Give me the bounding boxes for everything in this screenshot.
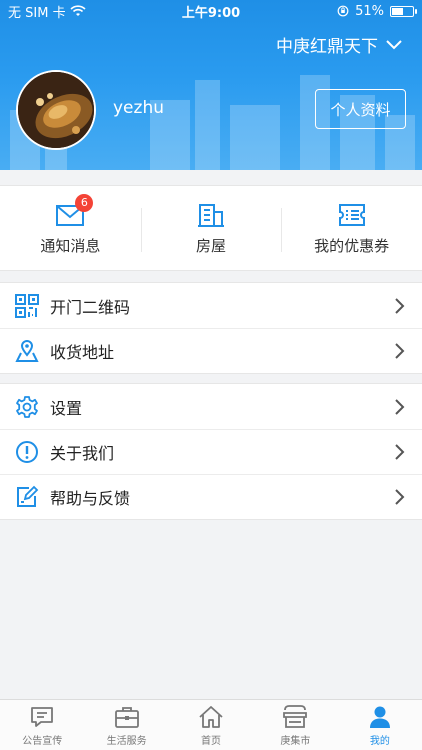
profile-button[interactable]: 个人资料 xyxy=(315,89,406,129)
tab-label: 我的 xyxy=(369,736,390,747)
qr-code-icon xyxy=(15,293,39,318)
tab-label: 生活服务 xyxy=(106,736,147,747)
tab-home[interactable]: 首页 xyxy=(169,700,253,750)
community-name: 中庚红鼎天下 xyxy=(276,37,378,57)
menu-item-label: 开门二维码 xyxy=(50,297,131,317)
battery-level xyxy=(392,7,404,15)
coupon-list-icon xyxy=(338,203,365,226)
quick-actions: 6 通知消息 房屋 我的优惠券 xyxy=(0,185,422,271)
quick-action-label: 通知消息 xyxy=(40,236,101,255)
tab-market[interactable]: 庚集市 xyxy=(253,700,337,750)
menu-item-door-qr[interactable]: 开门二维码 xyxy=(0,283,422,328)
orientation-lock-icon xyxy=(337,5,349,17)
menu-item-label: 设置 xyxy=(50,398,83,418)
chevron-down-icon xyxy=(386,39,402,49)
menu-item-label: 关于我们 xyxy=(50,444,115,463)
notification-badge: 6 xyxy=(75,193,94,212)
profile-header: 无 SIM 卡 上午9:00 51% 中庚红鼎天下 yezhu 个人资料 xyxy=(0,0,422,170)
avatar[interactable] xyxy=(16,70,96,150)
carrier-text: 无 SIM 卡 xyxy=(8,5,66,21)
quick-action-label: 房屋 xyxy=(196,236,227,255)
menu-group-general: 设置 关于我们 帮助与反馈 xyxy=(0,383,422,520)
person-icon xyxy=(369,706,390,728)
tab-label: 庚集市 xyxy=(280,736,311,747)
tab-bar: 公告宣传 生活服务 首页 庚集市 我的 xyxy=(0,699,422,750)
quick-action-notifications[interactable]: 6 通知消息 xyxy=(0,186,141,270)
menu-item-help-feedback[interactable]: 帮助与反馈 xyxy=(0,474,422,519)
menu-item-settings[interactable]: 设置 xyxy=(0,384,422,429)
menu-group-access: 开门二维码 收货地址 xyxy=(0,282,422,374)
feedback-edit-icon xyxy=(17,485,39,507)
chevron-right-icon xyxy=(395,444,405,460)
menu-item-about[interactable]: 关于我们 xyxy=(0,429,422,474)
quick-action-house[interactable]: 房屋 xyxy=(140,186,282,270)
menu-item-shipping-address[interactable]: 收货地址 xyxy=(0,328,422,373)
quick-action-label: 我的优惠券 xyxy=(314,236,390,255)
chevron-right-icon xyxy=(395,489,405,505)
menu-item-label: 收货地址 xyxy=(50,343,115,362)
info-icon xyxy=(16,441,38,463)
status-time: 上午9:00 xyxy=(181,5,241,21)
tab-announcements[interactable]: 公告宣传 xyxy=(0,700,84,750)
home-icon xyxy=(199,706,223,728)
tab-life-services[interactable]: 生活服务 xyxy=(84,700,168,750)
tab-label: 首页 xyxy=(201,736,222,747)
building-icon xyxy=(198,203,224,227)
quick-action-coupons[interactable]: 我的优惠券 xyxy=(281,186,422,270)
wifi-icon xyxy=(70,5,86,16)
briefcase-icon xyxy=(114,707,139,728)
status-bar: 无 SIM 卡 上午9:00 51% xyxy=(0,0,422,22)
gear-icon xyxy=(16,395,38,418)
chevron-right-icon xyxy=(395,297,405,314)
chevron-right-icon xyxy=(395,398,405,415)
username: yezhu xyxy=(113,98,164,118)
battery-percent: 51% xyxy=(355,3,384,19)
community-selector[interactable]: 中庚红鼎天下 xyxy=(276,32,402,57)
battery-icon xyxy=(390,5,417,17)
menu-item-label: 帮助与反馈 xyxy=(50,489,131,508)
chat-bubble-icon xyxy=(31,707,54,727)
chevron-right-icon xyxy=(395,343,405,359)
tab-label: 公告宣传 xyxy=(22,736,63,747)
location-pin-icon xyxy=(15,340,39,362)
tab-mine[interactable]: 我的 xyxy=(338,700,422,750)
store-icon xyxy=(283,705,308,728)
